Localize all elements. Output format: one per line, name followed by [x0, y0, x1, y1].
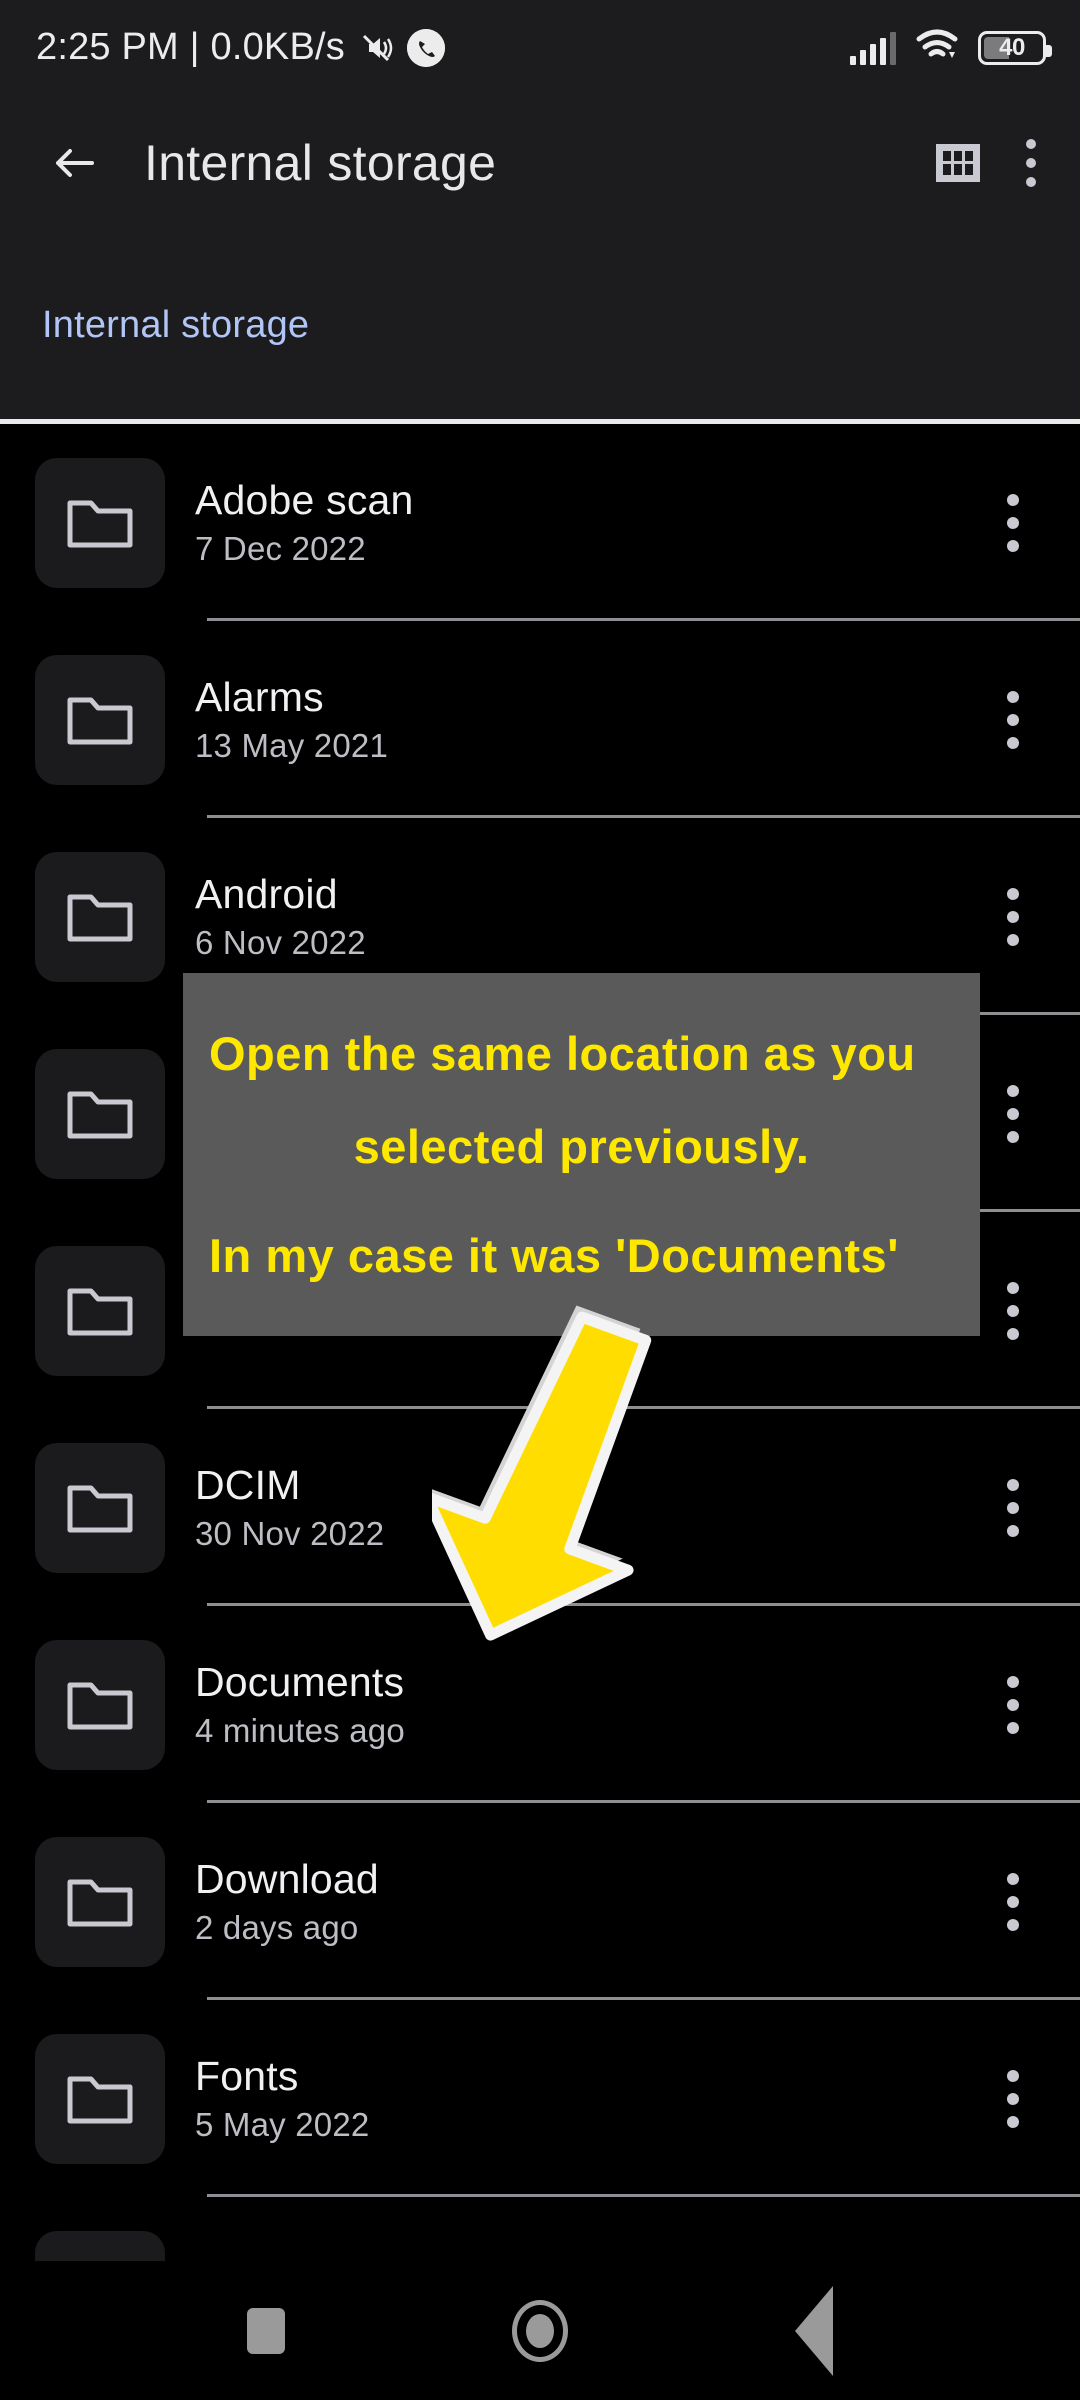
folder-tile: [35, 1048, 165, 1179]
folder-icon: [67, 496, 133, 550]
folder-icon: [67, 693, 133, 747]
item-date: 7 Dec 2022: [195, 530, 366, 567]
item-name: Fonts: [195, 2053, 299, 2099]
breadcrumb-item-internal-storage[interactable]: Internal storage: [42, 304, 309, 347]
item-date: 4 minutes ago: [195, 1712, 405, 1749]
app-bar: Internal storage: [0, 95, 1080, 230]
item-date: 13 May 2021: [195, 727, 388, 764]
status-bar: 2:25 PM | 0.0KB/s 40: [0, 0, 1080, 95]
item-overflow-icon[interactable]: [1007, 1872, 1019, 1931]
item-overflow-icon[interactable]: [1007, 2069, 1019, 2128]
folder-icon: [67, 1875, 133, 1929]
folder-tile: [35, 457, 165, 588]
wifi-icon: [915, 28, 959, 67]
item-overflow-icon[interactable]: [1007, 1478, 1019, 1537]
folder-tile: [35, 2033, 165, 2164]
mute-icon: [356, 28, 396, 68]
list-item[interactable]: Alarms 13 May 2021: [0, 621, 1080, 818]
item-name: Adobe scan: [195, 477, 414, 523]
battery-icon: 40: [978, 30, 1052, 65]
grid-view-icon[interactable]: [936, 143, 980, 182]
item-overflow-icon[interactable]: [1007, 1084, 1019, 1143]
item-name: Android: [195, 871, 338, 917]
folder-tile: [35, 2230, 165, 2261]
recents-icon[interactable]: [247, 2307, 285, 2354]
list-item[interactable]: Fonts 5 May 2022: [0, 2000, 1080, 2197]
folder-tile: [35, 1245, 165, 1376]
status-clock: 2:25 PM | 0.0KB/s: [36, 26, 345, 68]
item-name: Download: [195, 1856, 379, 1902]
annotation-line-3: In my case it was 'Documents': [209, 1229, 899, 1282]
app-bar-actions: [936, 138, 1080, 187]
home-icon[interactable]: [512, 2299, 568, 2362]
list-item[interactable]: Documents 4 minutes ago: [0, 1606, 1080, 1803]
folder-tile: [35, 1836, 165, 1967]
item-name: DCIM: [195, 1462, 301, 1508]
folder-icon: [67, 1481, 133, 1535]
list-item[interactable]: DCIM 30 Nov 2022: [0, 1409, 1080, 1606]
system-nav-bar: [0, 2261, 1080, 2400]
folder-tile: [35, 1639, 165, 1770]
back-icon[interactable]: [795, 2285, 833, 2376]
breadcrumb: Internal storage: [0, 230, 1080, 420]
back-arrow-icon[interactable]: [46, 135, 102, 191]
item-overflow-icon[interactable]: [1007, 690, 1019, 749]
folder-icon: [67, 2072, 133, 2126]
folder-icon: [67, 890, 133, 944]
status-bar-left: 2:25 PM | 0.0KB/s: [36, 26, 445, 69]
annotation-overlay: Open the same location as you selected p…: [183, 973, 980, 1336]
item-date: 6 Nov 2022: [195, 924, 366, 961]
list-item[interactable]: Adobe scan 7 Dec 2022: [0, 424, 1080, 621]
item-date: 2 days ago: [195, 1909, 359, 1946]
page-title: Internal storage: [144, 134, 497, 191]
file-list[interactable]: Adobe scan 7 Dec 2022 Alarms 13 May 2021: [0, 424, 1080, 2261]
overflow-menu-icon[interactable]: [1026, 138, 1036, 187]
folder-tile: [35, 654, 165, 785]
folder-tile: [35, 1442, 165, 1573]
annotation-line-2: selected previously.: [353, 1120, 810, 1173]
item-name: Alarms: [195, 674, 324, 720]
list-item[interactable]: Download 2 days ago: [0, 1803, 1080, 2000]
item-name: Documents: [195, 1659, 405, 1705]
call-icon: [406, 28, 445, 67]
signal-icon: [850, 31, 896, 65]
folder-icon: [67, 1087, 133, 1141]
annotation-line-1: Open the same location as you: [209, 1027, 916, 1080]
item-overflow-icon[interactable]: [1007, 1675, 1019, 1734]
folder-tile: [35, 851, 165, 982]
battery-level: 40: [999, 33, 1025, 61]
item-overflow-icon[interactable]: [1007, 887, 1019, 946]
folder-icon: [67, 1678, 133, 1732]
item-overflow-icon[interactable]: [1007, 1281, 1019, 1340]
folder-icon: [67, 1284, 133, 1338]
item-date: 30 Nov 2022: [195, 1515, 385, 1552]
status-bar-right: 40: [850, 28, 1052, 67]
item-overflow-icon[interactable]: [1007, 493, 1019, 552]
list-item[interactable]: MIUI: [0, 2197, 1080, 2261]
item-date: 5 May 2022: [195, 2106, 370, 2143]
